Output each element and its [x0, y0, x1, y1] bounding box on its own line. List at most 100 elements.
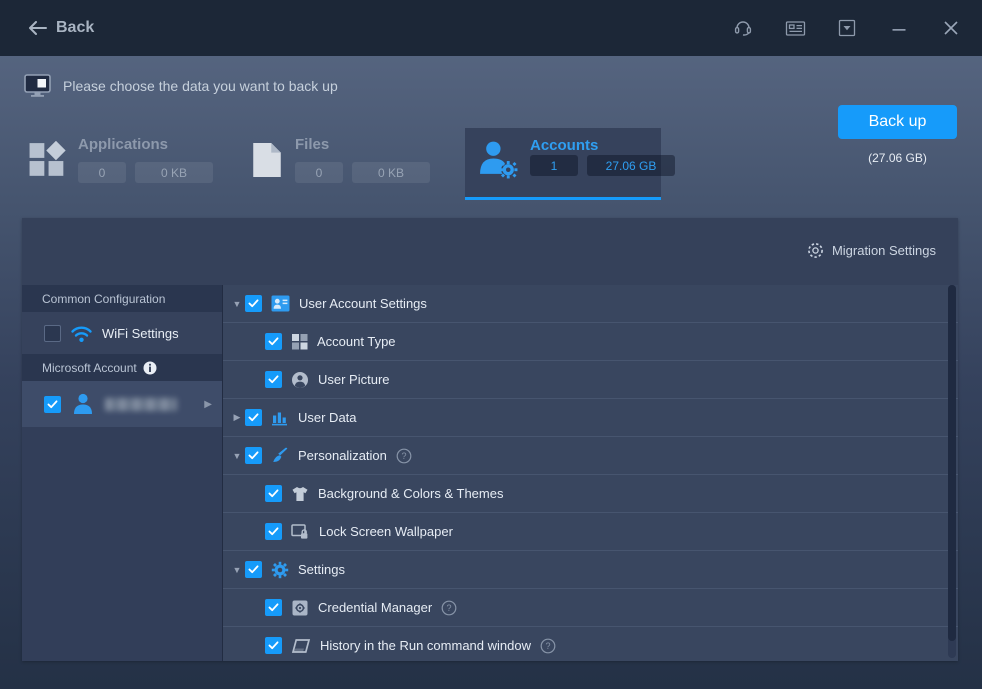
tab-applications-label: Applications	[78, 136, 169, 153]
help-icon[interactable]: ?	[396, 448, 412, 464]
help-icon[interactable]: ?	[540, 638, 556, 654]
tab-files[interactable]: Files 0 0 KB	[250, 136, 430, 183]
back-arrow-icon	[29, 21, 47, 35]
tree-row-label: User Account Settings	[299, 296, 427, 311]
account-checkbox[interactable]	[44, 395, 61, 413]
topbar: Back	[0, 0, 982, 56]
app-window: Back Please choose the data you want to …	[0, 0, 982, 689]
tree-row-label: History in the Run command window	[320, 638, 531, 653]
minimize-icon[interactable]	[886, 15, 912, 41]
migration-settings-label: Migration Settings	[831, 243, 936, 258]
tab-accounts-badges: 1 27.06 GB	[530, 155, 675, 176]
account-user-icon	[74, 393, 92, 414]
applications-icon	[29, 141, 66, 176]
files-icon	[253, 143, 281, 177]
svg-text:?: ?	[447, 603, 452, 613]
notice-message: Please choose the data you want to back …	[63, 78, 338, 94]
credential-safe-icon	[291, 599, 309, 617]
collapse-arrow-icon[interactable]: ▼	[229, 451, 245, 461]
back-up-button[interactable]: Back up	[838, 105, 957, 139]
expand-arrow-icon[interactable]: ▶	[229, 412, 245, 423]
files-count-badge: 0	[295, 162, 343, 183]
back-button[interactable]: Back	[28, 19, 94, 37]
tree-row-label: Lock Screen Wallpaper	[319, 524, 453, 539]
row-checkbox[interactable]	[265, 599, 282, 616]
accounts-count-badge: 1	[530, 155, 578, 176]
row-checkbox[interactable]	[265, 371, 282, 388]
brush-icon	[271, 447, 289, 465]
tree-row-label: User Data	[298, 410, 357, 425]
monitor-icon	[24, 74, 51, 97]
migration-gear-icon	[808, 243, 823, 258]
wifi-checkbox[interactable]	[44, 324, 61, 342]
support-headset-icon[interactable]	[730, 15, 756, 41]
tree-row-personalization[interactable]: ▼ Personalization ?	[223, 437, 958, 475]
tab-files-badges: 0 0 KB	[295, 162, 430, 183]
main-panel: Migration Settings Common Configuration …	[22, 218, 958, 661]
backup-total-size: (27.06 GB)	[868, 151, 927, 165]
tree-row-user-data[interactable]: ▶ User Data	[223, 399, 958, 437]
user-guide-icon[interactable]	[782, 15, 808, 41]
tree-row-label: Account Type	[317, 334, 396, 349]
tab-applications[interactable]: Applications 0 0 KB	[28, 136, 213, 183]
tree-row-lock-screen-wallpaper[interactable]: Lock Screen Wallpaper	[223, 513, 958, 551]
tab-accounts[interactable]: Accounts 1 27.06 GB	[465, 128, 675, 200]
settings-gear-icon	[271, 561, 289, 579]
user-circle-icon	[291, 371, 309, 389]
row-checkbox[interactable]	[245, 561, 262, 578]
microsoft-account-header: Microsoft Account	[22, 354, 222, 381]
collapse-arrow-icon[interactable]: ▼	[229, 299, 245, 309]
account-expand-caret-icon[interactable]: ▶	[204, 399, 212, 410]
tree-row-account-type[interactable]: Account Type	[223, 323, 958, 361]
tree-row-label: Credential Manager	[318, 600, 433, 615]
bar-chart-icon	[271, 409, 289, 426]
close-icon[interactable]	[938, 15, 964, 41]
tree-row-label: Background & Colors & Themes	[318, 486, 504, 501]
sidebar: Common Configuration WiFi Settings Micro…	[22, 285, 222, 661]
window-controls	[730, 15, 964, 41]
run-window-icon	[291, 638, 311, 654]
tree-row-user-account-settings[interactable]: ▼ User Account Settings	[223, 285, 958, 323]
row-checkbox[interactable]	[245, 447, 262, 464]
tree-row-credential-manager[interactable]: Credential Manager ?	[223, 589, 958, 627]
tab-applications-badges: 0 0 KB	[78, 162, 213, 183]
row-checkbox[interactable]	[245, 409, 262, 426]
migration-settings-button[interactable]: Migration Settings	[807, 242, 936, 259]
user-card-icon	[271, 295, 290, 312]
row-checkbox[interactable]	[265, 523, 282, 540]
applications-count-badge: 0	[78, 162, 126, 183]
wifi-icon	[71, 326, 92, 342]
row-checkbox[interactable]	[265, 637, 282, 654]
common-configuration-title: Common Configuration	[42, 291, 166, 306]
notice-strip: Please choose the data you want to back …	[24, 74, 338, 98]
tree-row-background-colors-themes[interactable]: Background & Colors & Themes	[223, 475, 958, 513]
tree-scrollbar-thumb[interactable]	[948, 285, 956, 641]
microsoft-account-item[interactable]: ▶	[22, 381, 222, 427]
tab-accounts-label: Accounts	[530, 137, 599, 154]
tree-row-label: User Picture	[318, 372, 390, 387]
row-checkbox[interactable]	[265, 333, 282, 350]
grid-icon	[291, 333, 308, 350]
back-label: Back	[56, 19, 95, 36]
svg-text:?: ?	[401, 451, 406, 461]
info-icon[interactable]	[143, 361, 157, 375]
row-checkbox[interactable]	[245, 295, 262, 312]
wifi-settings-item[interactable]: WiFi Settings	[22, 312, 222, 354]
microsoft-account-title: Microsoft Account	[42, 360, 137, 375]
minimize-to-tray-icon[interactable]	[834, 15, 860, 41]
accounts-size-badge: 27.06 GB	[587, 155, 675, 176]
common-configuration-header: Common Configuration	[22, 285, 222, 312]
help-icon[interactable]: ?	[441, 600, 457, 616]
tree-row-settings[interactable]: ▼ Settings	[223, 551, 958, 589]
tree-row-run-history[interactable]: History in the Run command window ?	[223, 627, 958, 661]
accounts-icon	[480, 141, 518, 179]
applications-size-badge: 0 KB	[135, 162, 213, 183]
tab-files-label: Files	[295, 136, 330, 153]
tree-row-user-picture[interactable]: User Picture	[223, 361, 958, 399]
row-checkbox[interactable]	[265, 485, 282, 502]
shirt-icon	[291, 486, 309, 502]
tree-scrollbar-track[interactable]	[948, 285, 956, 658]
files-size-badge: 0 KB	[352, 162, 430, 183]
collapse-arrow-icon[interactable]: ▼	[229, 565, 245, 575]
accounts-tree: ▼ User Account Settings Account Type Use…	[223, 285, 958, 661]
